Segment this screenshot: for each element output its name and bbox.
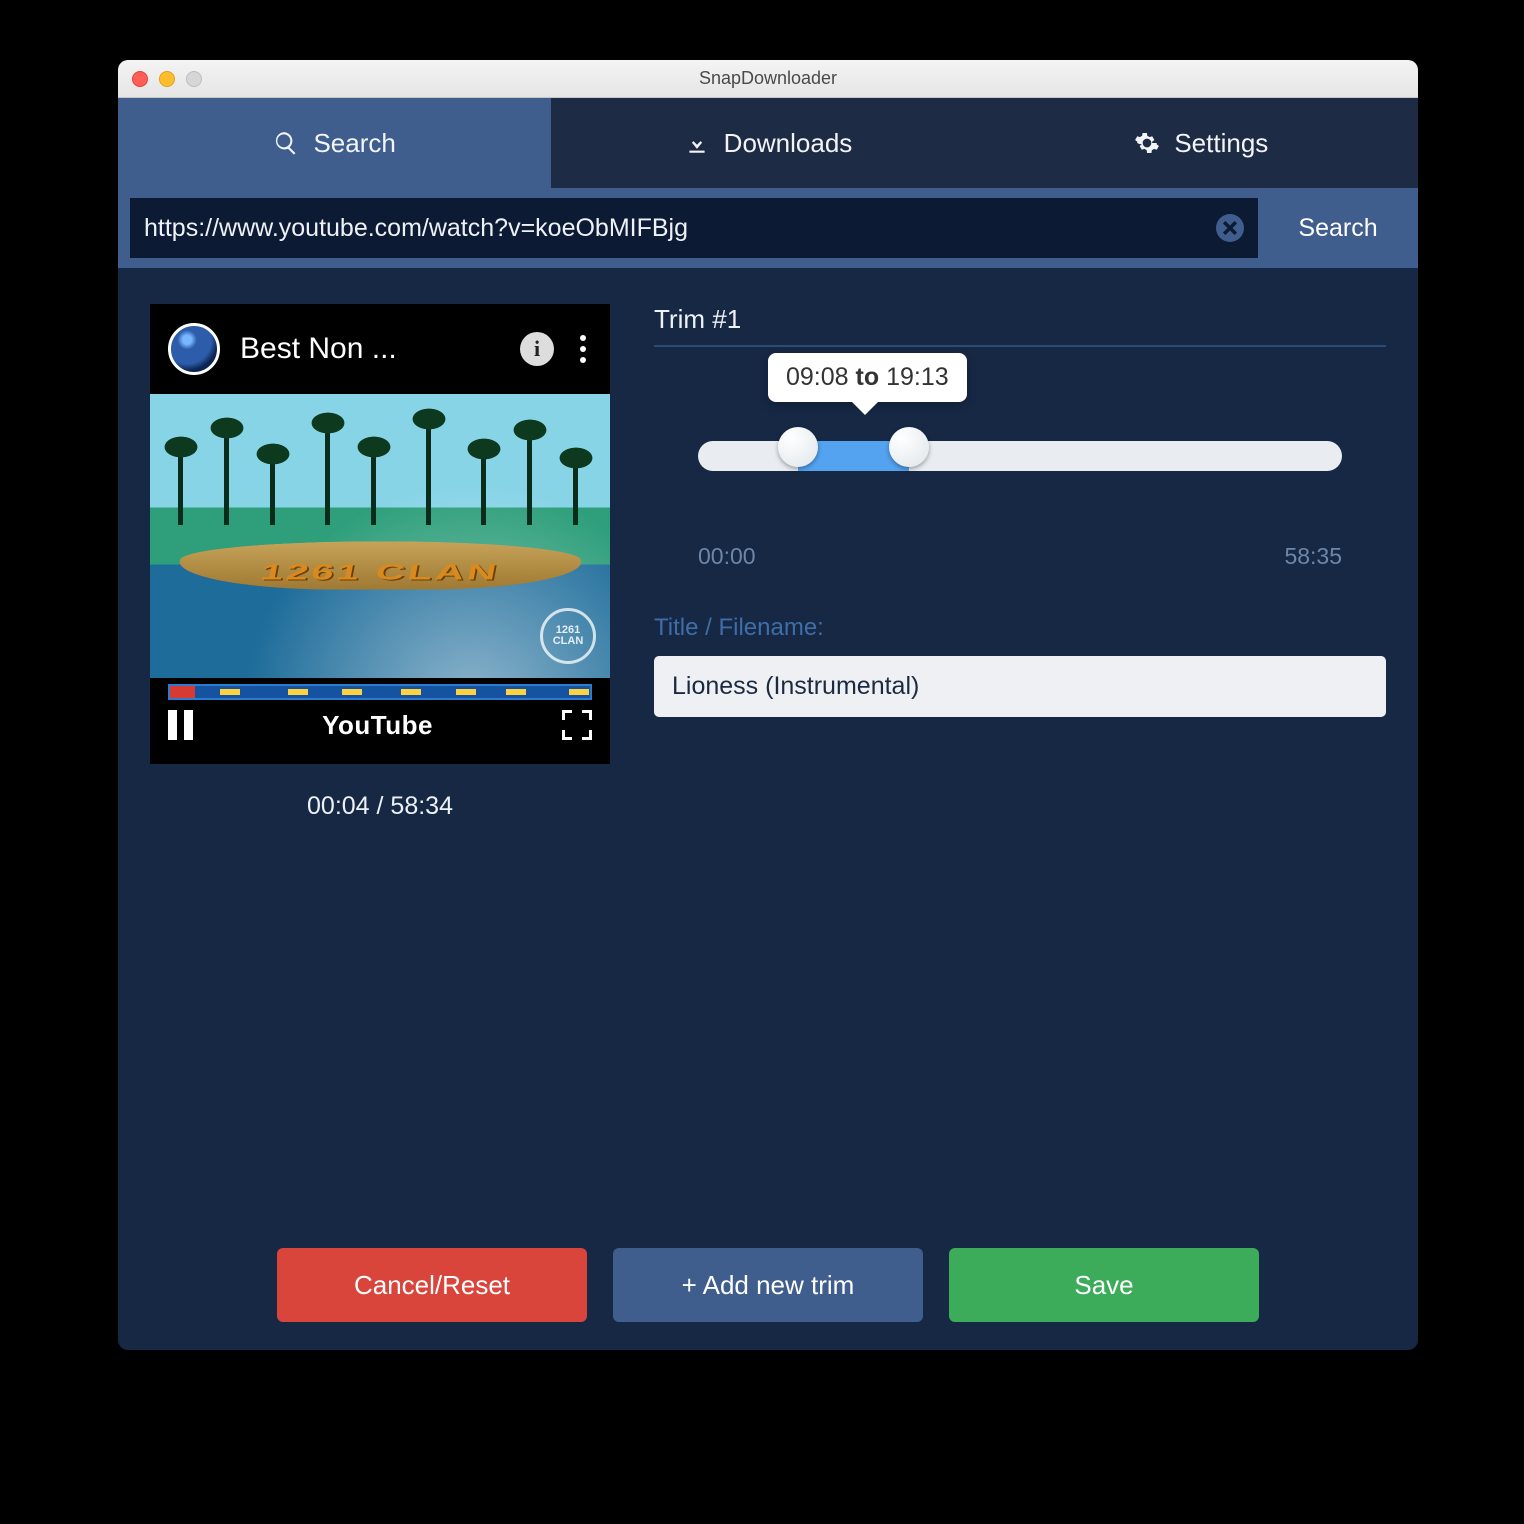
gear-icon: [1134, 130, 1160, 156]
clear-url-button[interactable]: [1216, 214, 1244, 242]
footer-buttons: Cancel/Reset + Add new trim Save: [150, 1248, 1386, 1322]
add-trim-button[interactable]: + Add new trim: [613, 1248, 923, 1322]
main-tabs: Search Downloads Settings: [118, 98, 1418, 188]
fullscreen-button[interactable]: [562, 710, 592, 740]
titlebar: SnapDownloader: [118, 60, 1418, 98]
chapter-marker[interactable]: [220, 689, 240, 695]
tab-search-label: Search: [313, 128, 395, 159]
main-body: Best Non ... i: [118, 268, 1418, 1350]
preview-panel: Best Non ... i: [150, 304, 610, 1228]
trim-to-word: to: [856, 363, 880, 391]
search-row: Search: [118, 188, 1418, 268]
tab-downloads[interactable]: Downloads: [551, 98, 984, 188]
playback-time: 00:04 / 58:34: [150, 792, 610, 821]
cancel-button[interactable]: Cancel/Reset: [277, 1248, 587, 1322]
trim-handle-start[interactable]: [778, 427, 818, 467]
tab-search[interactable]: Search: [118, 98, 551, 188]
trim-handle-end[interactable]: [889, 427, 929, 467]
tab-settings[interactable]: Settings: [985, 98, 1418, 188]
x-icon: [1223, 221, 1237, 235]
trim-end-label: 58:35: [1284, 543, 1342, 570]
seek-bar[interactable]: [168, 684, 592, 700]
youtube-logo[interactable]: YouTube: [322, 710, 433, 741]
chapter-marker[interactable]: [456, 689, 476, 695]
tab-downloads-label: Downloads: [724, 128, 853, 159]
search-icon: [273, 130, 299, 156]
trim-heading: Trim #1: [654, 304, 1386, 347]
chapter-marker[interactable]: [342, 689, 362, 695]
app-window: SnapDownloader Search Downloads Settings…: [118, 60, 1418, 1350]
seek-played: [170, 686, 195, 698]
filename-input[interactable]: [654, 656, 1386, 717]
scene-text: 1261 CLAN: [150, 560, 610, 585]
chapter-marker[interactable]: [401, 689, 421, 695]
video-title: Best Non ...: [240, 332, 500, 366]
search-button[interactable]: Search: [1258, 188, 1418, 268]
filename-label: Title / Filename:: [654, 614, 1386, 642]
window-title: SnapDownloader: [118, 68, 1418, 89]
watermark-icon: 1261 CLAN: [540, 608, 596, 664]
tab-settings-label: Settings: [1174, 128, 1268, 159]
url-input[interactable]: [144, 214, 1216, 243]
pause-button[interactable]: [168, 710, 193, 740]
scene-palms: [150, 417, 610, 525]
player-header: Best Non ... i: [150, 304, 610, 394]
trim-tooltip: 09:08 to 19:13: [768, 353, 967, 402]
trim-to-value: 19:13: [886, 363, 949, 391]
trim-start-label: 00:00: [698, 543, 756, 570]
download-icon: [684, 130, 710, 156]
content-columns: Best Non ... i: [150, 304, 1386, 1228]
chapter-marker[interactable]: [506, 689, 526, 695]
video-frame[interactable]: 1261 CLAN 1261 CLAN: [150, 394, 610, 678]
trim-range: 09:08 to 19:13: [698, 405, 1342, 525]
trim-range-labels: 00:00 58:35: [654, 543, 1386, 570]
save-button[interactable]: Save: [949, 1248, 1259, 1322]
trim-panel: Trim #1 09:08 to 19:13 00:00 58:35: [654, 304, 1386, 1228]
chapter-marker[interactable]: [288, 689, 308, 695]
player-controls-bar: YouTube: [150, 678, 610, 764]
chapter-marker[interactable]: [569, 689, 589, 695]
url-input-wrap: [130, 198, 1258, 258]
video-player[interactable]: Best Non ... i: [150, 304, 610, 764]
info-icon[interactable]: i: [520, 332, 554, 366]
trim-from-value: 09:08: [786, 363, 849, 391]
channel-avatar[interactable]: [168, 323, 220, 375]
more-menu-icon[interactable]: [574, 335, 592, 363]
